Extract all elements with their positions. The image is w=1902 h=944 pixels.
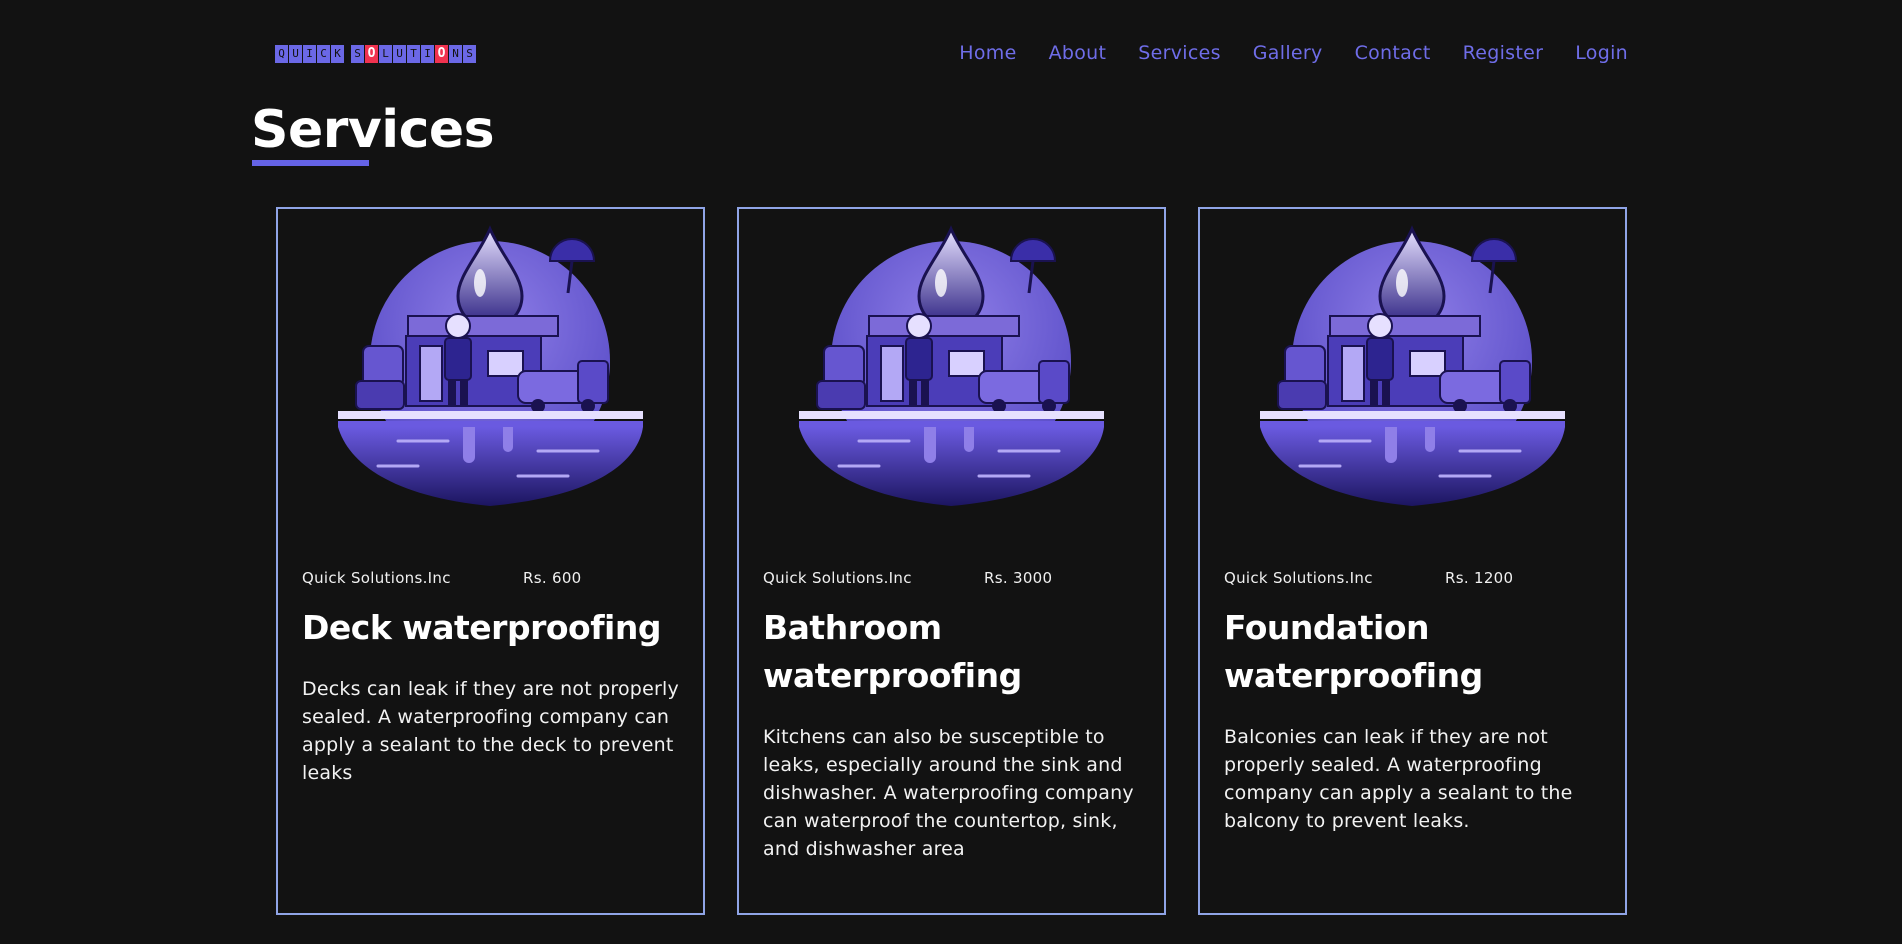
waterproofing-worker-illustration xyxy=(338,225,643,506)
nav-services[interactable]: Services xyxy=(1138,42,1221,64)
page-title: Services xyxy=(251,100,495,160)
waterproofing-worker-illustration xyxy=(1260,225,1565,506)
logo-letter: N xyxy=(449,45,462,63)
logo-letter: I xyxy=(421,45,434,63)
logo-letter: O xyxy=(365,45,378,63)
nav-gallery[interactable]: Gallery xyxy=(1253,42,1323,64)
service-card-bathroom[interactable]: Quick Solutions.Inc Rs. 3000 Bathroom wa… xyxy=(737,207,1166,915)
card-title: Deck waterproofing xyxy=(302,608,661,647)
main-nav: Home About Services Gallery Contact Regi… xyxy=(959,42,1628,64)
card-description: Decks can leak if they are not properly … xyxy=(302,678,679,784)
logo-letter: U xyxy=(289,45,302,63)
logo-letter: T xyxy=(407,45,420,63)
nav-register[interactable]: Register xyxy=(1463,42,1544,64)
logo-letter: K xyxy=(331,45,344,63)
card-title: Foundation waterproofing xyxy=(1224,608,1483,695)
card-title: Bathroom waterproofing xyxy=(763,608,1022,695)
card-price: Rs. 3000 xyxy=(984,569,1053,587)
card-company: Quick Solutions.Inc xyxy=(302,569,451,587)
logo-letter: O xyxy=(435,45,448,63)
logo-letter: I xyxy=(303,45,316,63)
nav-home[interactable]: Home xyxy=(959,42,1016,64)
logo-letter: C xyxy=(317,45,330,63)
logo-letter: L xyxy=(379,45,392,63)
card-company: Quick Solutions.Inc xyxy=(1224,569,1373,587)
title-underline xyxy=(252,160,369,166)
logo-letter: Q xyxy=(275,45,288,63)
card-price: Rs. 1200 xyxy=(1445,569,1514,587)
logo-letter xyxy=(345,45,350,63)
card-description: Kitchens can also be susceptible to leak… xyxy=(763,726,1134,860)
service-card-deck[interactable]: Quick Solutions.Inc Rs. 600 Deck waterpr… xyxy=(276,207,705,915)
card-description: Balconies can leak if they are not prope… xyxy=(1224,726,1573,832)
logo-letter: S xyxy=(463,45,476,63)
nav-login[interactable]: Login xyxy=(1575,42,1628,64)
card-price: Rs. 600 xyxy=(523,569,582,587)
nav-contact[interactable]: Contact xyxy=(1355,42,1431,64)
brand-logo[interactable]: QUICKSOLUTIONS xyxy=(275,45,477,63)
card-company: Quick Solutions.Inc xyxy=(763,569,912,587)
service-card-foundation[interactable]: Quick Solutions.Inc Rs. 1200 Foundation … xyxy=(1198,207,1627,915)
logo-letter: U xyxy=(393,45,406,63)
waterproofing-worker-illustration xyxy=(799,225,1104,506)
logo-letter: S xyxy=(351,45,364,63)
nav-about[interactable]: About xyxy=(1049,42,1107,64)
